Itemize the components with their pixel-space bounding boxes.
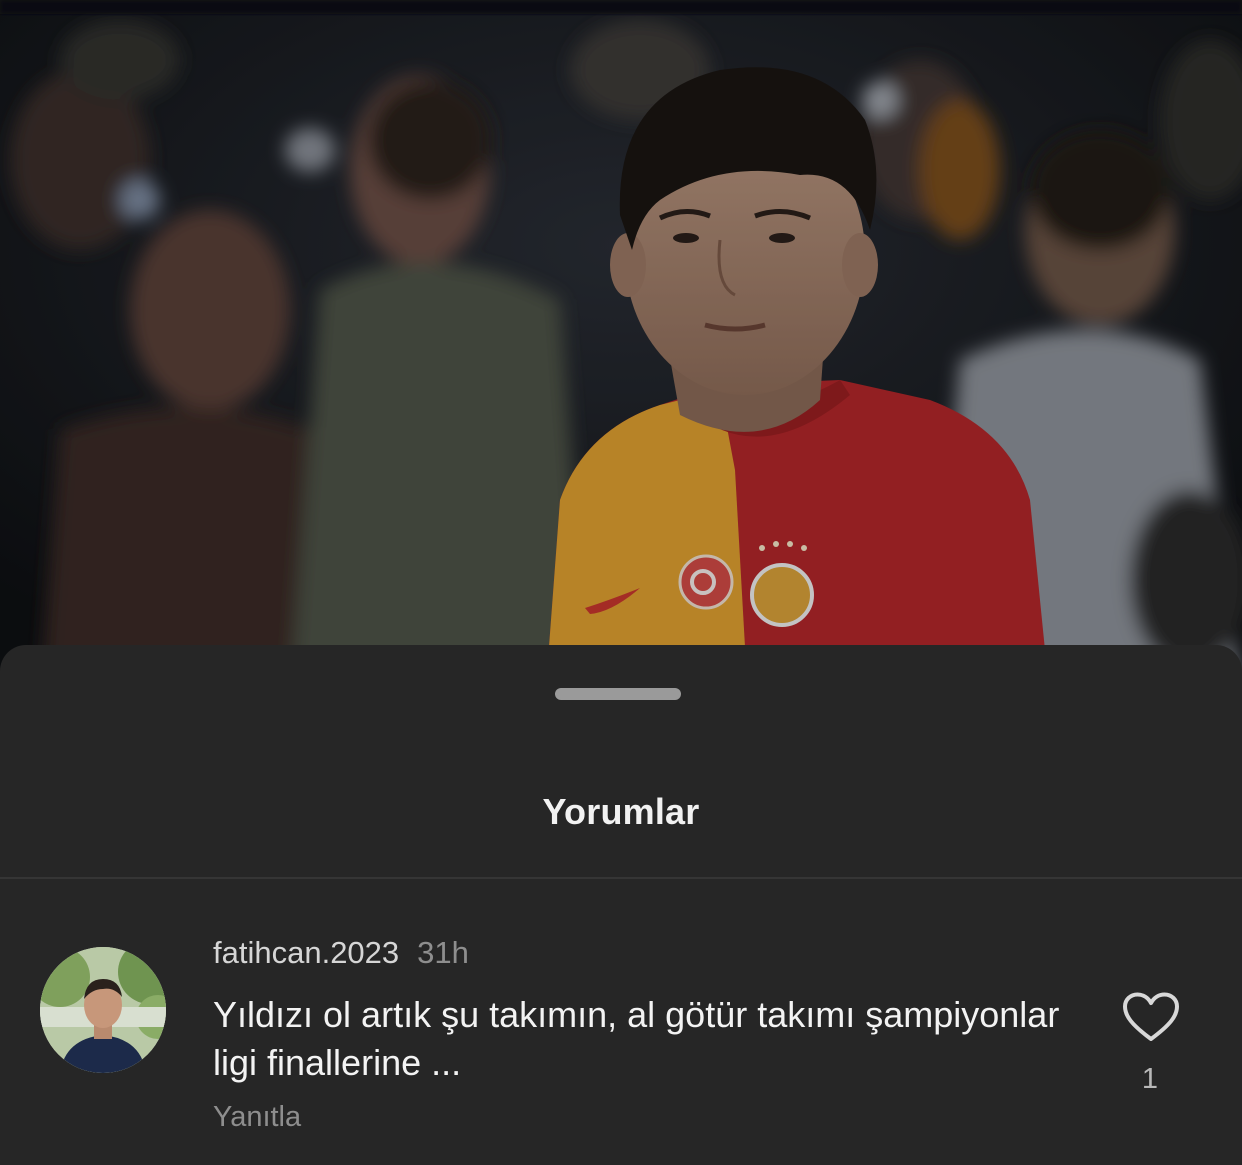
heart-outline-icon[interactable]	[1122, 991, 1180, 1043]
comment-username[interactable]: fatihcan.2023	[213, 935, 399, 970]
drag-handle[interactable]	[555, 688, 681, 700]
comment-meta: fatihcan.2023 31h	[213, 935, 469, 971]
reply-button[interactable]: Yanıtla	[213, 1101, 301, 1134]
avatar-illustration	[40, 947, 166, 1073]
title-divider	[0, 877, 1242, 879]
like-count: 1	[1141, 1063, 1159, 1095]
avatar[interactable]	[40, 947, 166, 1073]
post-photo	[0, 0, 1242, 700]
comments-sheet: Yorumlar fatihcan.2023 31h Yıldızı ol art…	[0, 645, 1242, 1165]
sheet-title: Yorumlar	[542, 791, 700, 832]
comment-text: Yıldızı ol artık şu takımın, al götür ta…	[213, 994, 1060, 1083]
photo-dim-overlay	[0, 0, 1242, 700]
comment-time: 31h	[417, 935, 469, 970]
